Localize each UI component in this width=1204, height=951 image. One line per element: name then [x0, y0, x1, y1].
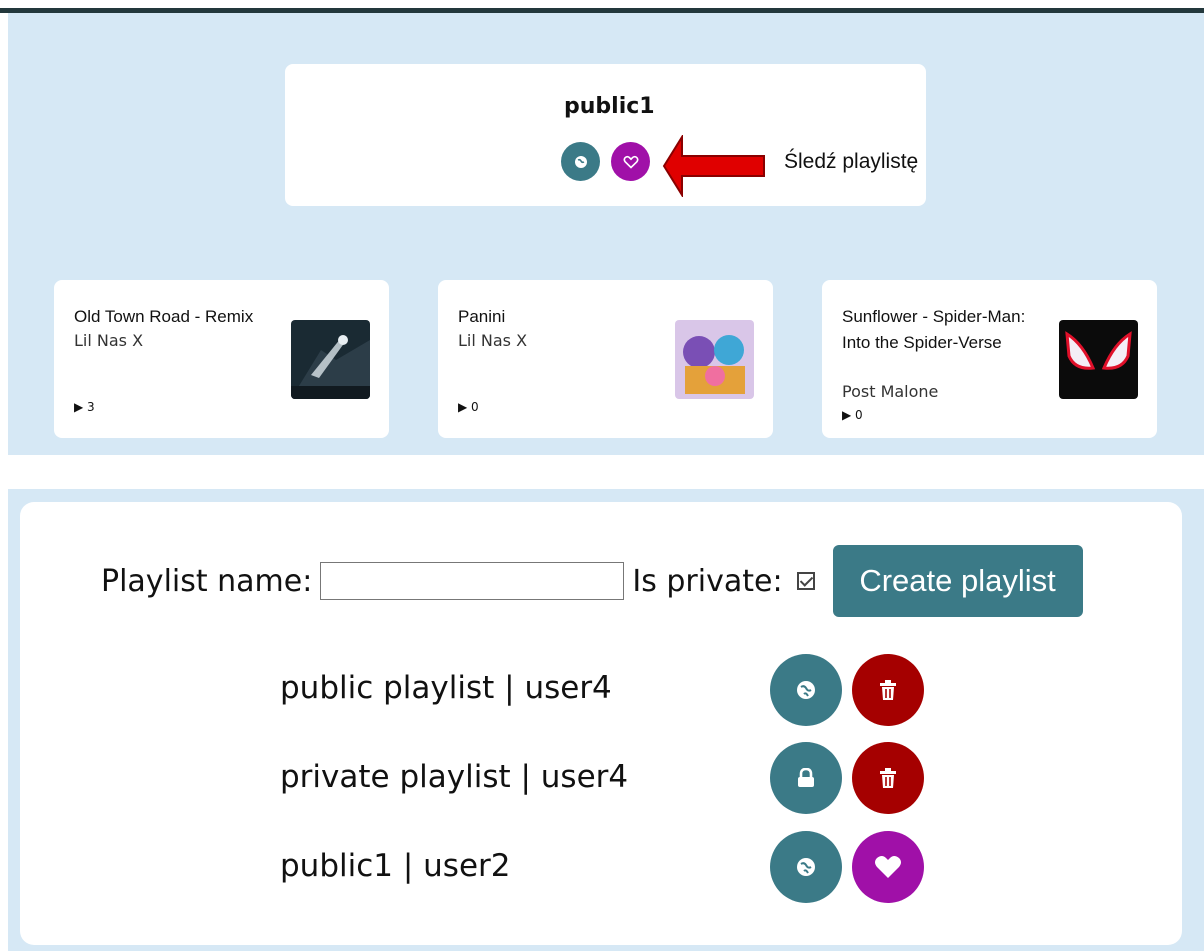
globe-icon: [797, 681, 815, 699]
song-artist: Lil Nas X: [458, 331, 528, 350]
visibility-button[interactable]: [770, 654, 842, 726]
visibility-button[interactable]: [770, 831, 842, 903]
album-cover: [291, 320, 370, 399]
heart-outline-icon: [623, 155, 638, 169]
create-playlist-form: Playlist name: Is private: Create playli…: [101, 545, 1083, 617]
heart-icon: [875, 856, 901, 878]
song-card[interactable]: Sunflower - Spider-Man: Into the Spider-…: [822, 280, 1157, 438]
annotation-arrow-icon: [662, 135, 765, 197]
album-cover: [675, 320, 754, 399]
song-artist: Lil Nas X: [74, 331, 144, 350]
playlist-header-card: [285, 64, 926, 206]
play-count: ▶ 3: [74, 400, 95, 414]
create-playlist-button[interactable]: Create playlist: [832, 545, 1083, 617]
song-card[interactable]: Panini Lil Nas X ▶ 0: [438, 280, 773, 438]
is-private-checkbox[interactable]: [796, 572, 815, 590]
playlist-row-label[interactable]: public1 | user2: [280, 848, 511, 884]
trash-icon: [880, 680, 896, 700]
play-icon: ▶: [74, 400, 88, 414]
is-private-label: Is private:: [632, 563, 783, 599]
song-title: Old Town Road - Remix: [74, 307, 254, 326]
playlist-title: public1: [564, 94, 655, 119]
song-card[interactable]: Old Town Road - Remix Lil Nas X ▶ 3: [54, 280, 389, 438]
globe-button[interactable]: [561, 142, 600, 181]
globe-icon: [574, 155, 587, 168]
play-count: ▶ 0: [842, 408, 863, 422]
unfollow-playlist-button[interactable]: [852, 831, 924, 903]
follow-playlist-note: Śledź playlistę: [784, 150, 919, 173]
top-bar: [0, 0, 1204, 13]
delete-playlist-button[interactable]: [852, 742, 924, 814]
song-artist: Post Malone: [842, 382, 939, 401]
delete-playlist-button[interactable]: [852, 654, 924, 726]
trash-icon: [880, 768, 896, 788]
globe-icon: [797, 858, 815, 876]
playlist-name-label: Playlist name:: [101, 563, 313, 599]
playlist-row-label[interactable]: private playlist | user4: [280, 759, 628, 795]
album-cover: [1059, 320, 1138, 399]
play-count: ▶ 0: [458, 400, 479, 414]
playlist-row-label[interactable]: public playlist | user4: [280, 670, 612, 706]
song-title: Sunflower - Spider-Man: Into the Spider-…: [842, 307, 1026, 352]
song-title: Panini: [458, 307, 506, 326]
play-icon: ▶: [458, 400, 472, 414]
follow-playlist-button[interactable]: [611, 142, 650, 181]
visibility-button[interactable]: [770, 742, 842, 814]
playlist-name-input[interactable]: [320, 562, 625, 600]
lock-icon: [798, 768, 814, 787]
play-icon: ▶: [842, 408, 856, 422]
